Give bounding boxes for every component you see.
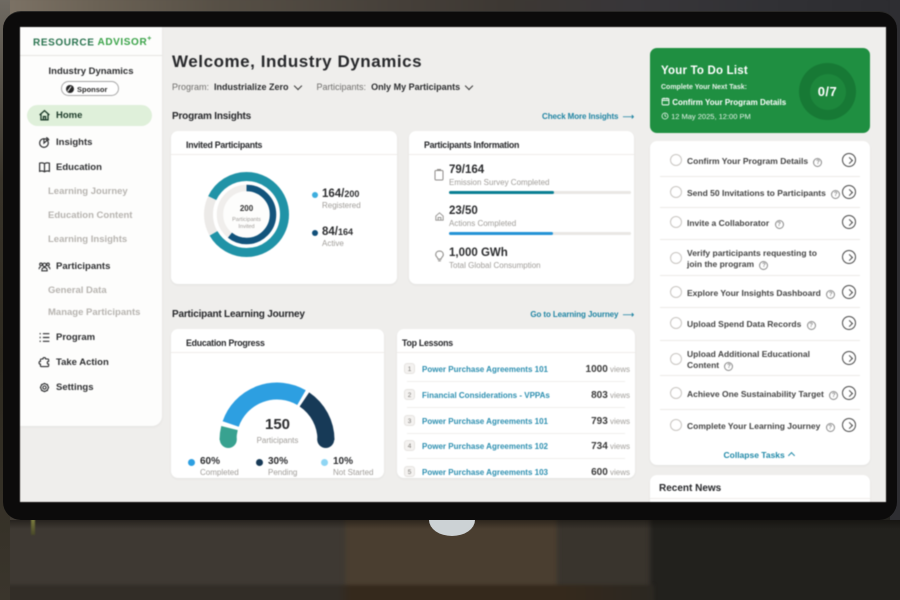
svg-text:Invited: Invited xyxy=(238,224,254,230)
svg-text:200: 200 xyxy=(240,204,254,213)
svg-text:Participants: Participants xyxy=(232,217,261,223)
